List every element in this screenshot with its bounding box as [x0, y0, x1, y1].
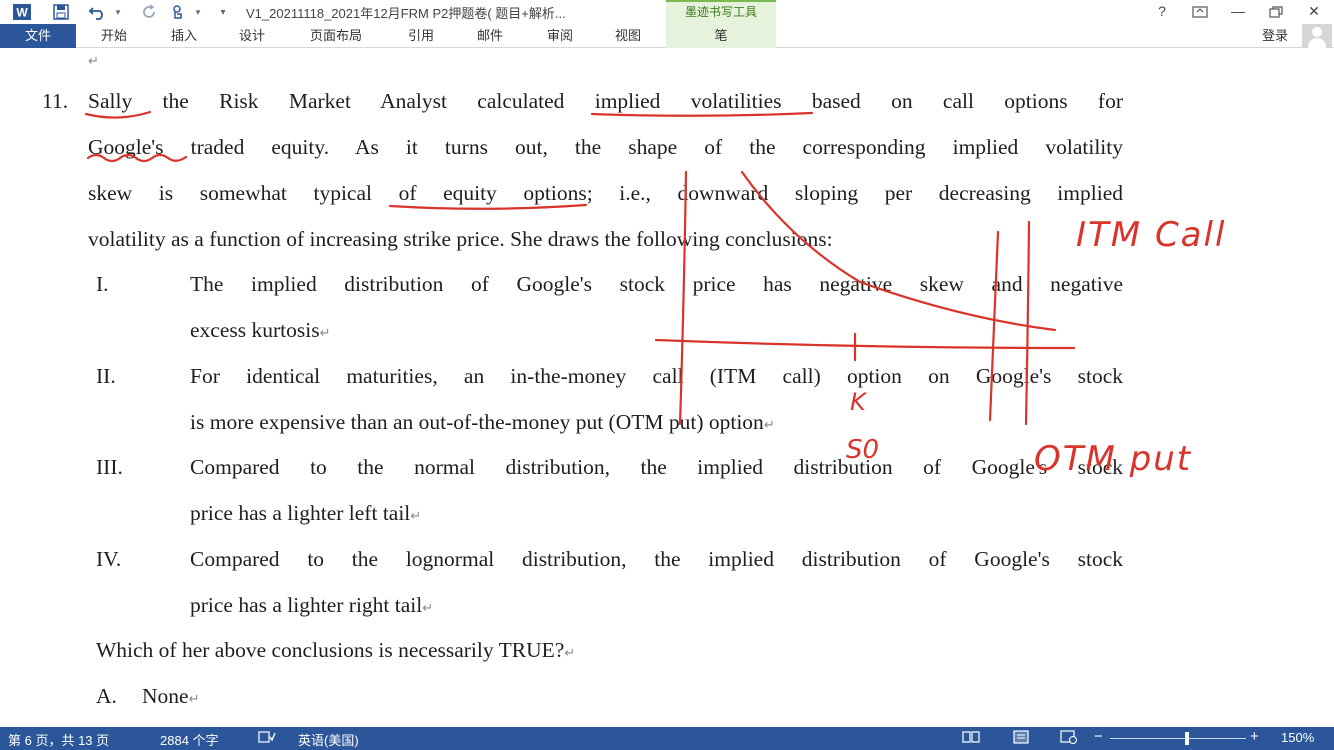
- language-indicator[interactable]: 英语(美国): [298, 730, 359, 749]
- print-layout-icon[interactable]: [1012, 730, 1030, 747]
- web-layout-icon[interactable]: [1060, 730, 1078, 747]
- zoom-out-button[interactable]: −: [1094, 728, 1103, 745]
- zoom-slider-track[interactable]: [1110, 738, 1246, 739]
- page-count[interactable]: 第 6 页，共 13 页: [8, 730, 109, 749]
- handwritten-s0: S0: [846, 435, 879, 465]
- zoom-level[interactable]: 150%: [1281, 730, 1314, 745]
- wavy-underline-googles: [86, 153, 188, 163]
- ink-annotations: ITM Call OTM put K S0: [84, 110, 1226, 479]
- underline-sally: [84, 110, 152, 119]
- axis-vertical: [678, 170, 688, 426]
- handwritten-otm-put: OTM put: [1034, 439, 1192, 479]
- otm-strike-line: [1024, 220, 1031, 426]
- handwritten-k: K: [850, 388, 868, 416]
- zoom-slider-thumb[interactable]: [1185, 732, 1189, 745]
- handwritten-itm-call: ITM Call: [1076, 215, 1226, 255]
- zoom-in-button[interactable]: +: [1250, 728, 1259, 745]
- itm-strike-line: [988, 230, 1000, 422]
- skew-curve: [740, 170, 1057, 332]
- underline-equity-options: [388, 203, 588, 210]
- status-bar: 第 6 页，共 13 页 2884 个字 英语(美国) − + 150%: [0, 727, 1334, 750]
- word-count[interactable]: 2884 个字: [160, 730, 219, 749]
- underline-implied-volatilities: [590, 111, 814, 117]
- axis-horizontal: [654, 338, 1076, 350]
- proofing-icon[interactable]: [258, 730, 276, 747]
- read-mode-icon[interactable]: [962, 730, 980, 747]
